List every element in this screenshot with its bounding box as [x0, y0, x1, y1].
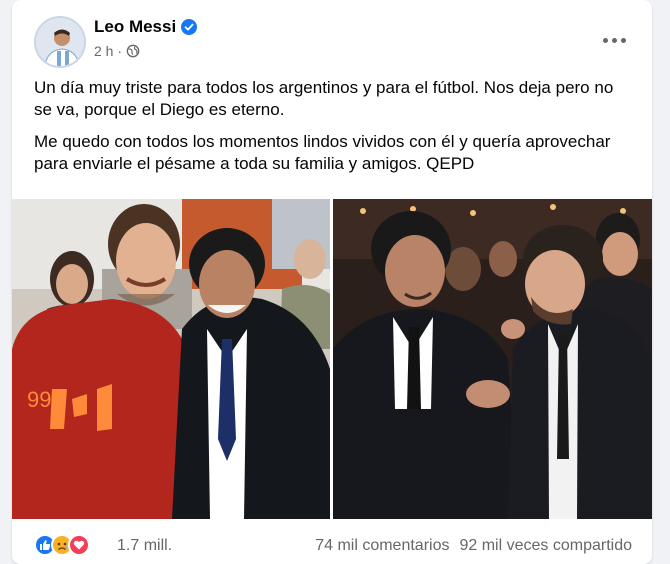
more-options-button[interactable] [596, 26, 632, 54]
reaction-count[interactable]: 1.7 mill. [117, 537, 172, 555]
post-paragraph: Un día muy triste para todos los argenti… [34, 78, 614, 119]
post-footer: 1.7 mill. 74 mil comentarios 92 mil vece… [12, 526, 652, 564]
more-dot-icon [611, 37, 617, 43]
author-name[interactable]: Leo Messi [94, 17, 176, 37]
love-icon [68, 534, 90, 556]
post-card: Leo Messi 2 h · Un día muy triste para t… [12, 0, 652, 564]
more-dot-icon [620, 37, 626, 43]
globe-icon [126, 44, 140, 58]
author-avatar[interactable] [34, 16, 86, 68]
post-stats: 74 mil comentarios 92 mil veces comparti… [315, 537, 632, 555]
post-photo[interactable] [333, 199, 652, 519]
more-dot-icon [602, 37, 608, 43]
shares-count[interactable]: 92 mil veces compartido [459, 537, 632, 555]
svg-text:99: 99 [27, 387, 51, 412]
post-timestamp[interactable]: 2 h · [94, 43, 122, 59]
post-header: Leo Messi 2 h · [12, 0, 652, 70]
reaction-icons[interactable] [34, 534, 90, 556]
verified-badge-icon [181, 19, 198, 35]
post-paragraph: Me quedo con todos los momentos lindos v… [34, 132, 611, 173]
comments-count[interactable]: 74 mil comentarios [315, 537, 449, 555]
post-text: Un día muy triste para todos los argenti… [34, 77, 634, 185]
photo-grid: 99 [12, 199, 652, 519]
post-photo[interactable]: 99 [12, 199, 330, 519]
